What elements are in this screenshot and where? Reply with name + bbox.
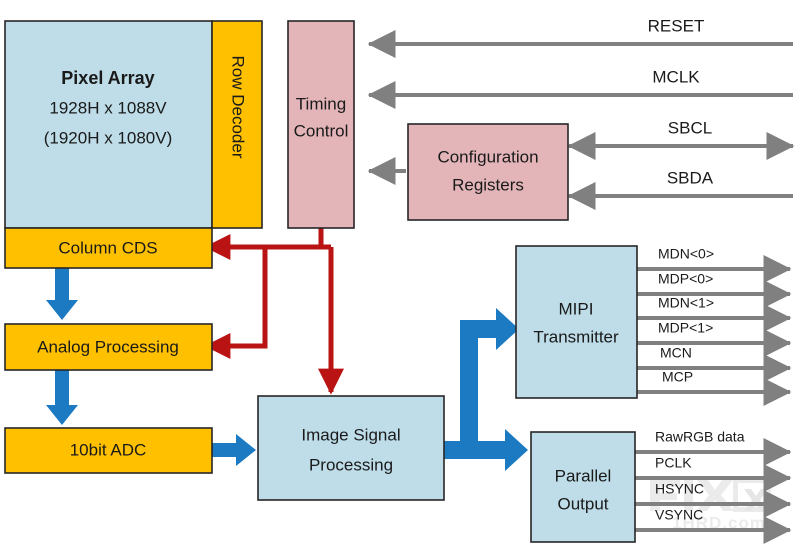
block-analog-processing[interactable]: Analog Processing: [4, 323, 213, 371]
block-adc[interactable]: 10bit ADC: [4, 427, 213, 474]
mipi-output-label-5: MCP: [662, 369, 693, 385]
column-cds-label: Column CDS: [58, 238, 157, 257]
cds-to-analog-arrow-shape: [46, 266, 78, 320]
configuration-registers-box[interactable]: [407, 123, 569, 221]
block-configuration-registers[interactable]: Configuration Registers: [407, 123, 569, 221]
block-image-signal-processing[interactable]: Image Signal Processing: [257, 395, 445, 501]
red-arrow-to-analog-processing: [204, 247, 268, 359]
parallel-output-box[interactable]: [530, 431, 636, 543]
signal-label-sbda: SBDA: [667, 168, 714, 187]
isp-label-line1: Image Signal: [301, 425, 400, 444]
parallel-output-label-1: PCLK: [655, 455, 692, 471]
adc-label: 10bit ADC: [70, 440, 147, 459]
blue-arrow-analog-to-adc: [46, 370, 78, 425]
row-decoder-label: Row Decoder: [229, 56, 248, 159]
isp-vertical-trunk: [460, 320, 478, 459]
pixel-array-title: Pixel Array: [61, 68, 154, 88]
block-timing-control[interactable]: Timing Control: [287, 20, 355, 229]
isp-box[interactable]: [257, 395, 445, 501]
blue-arrow-adc-to-isp: [210, 434, 256, 466]
block-pixel-array[interactable]: Pixel Array 1928H x 1088V (1920H x 1080V…: [4, 20, 213, 229]
mipi-output-label-4: MCN: [660, 345, 692, 361]
mipi-output-label-3: MDP<1>: [658, 320, 713, 336]
block-mipi-transmitter[interactable]: MIPI Transmitter: [515, 245, 638, 399]
parallel-output-label-0: RawRGB data: [655, 429, 745, 445]
isp-label-line2: Processing: [309, 455, 393, 474]
signal-label-mclk: MCLK: [652, 67, 700, 86]
block-parallel-output[interactable]: Parallel Output: [530, 431, 636, 543]
block-diagram-root: ​ 1HRD.com RESET MCLK SBCL: [0, 0, 796, 544]
parallel-output-label-3: VSYNC: [655, 507, 703, 523]
pixel-array-box[interactable]: [4, 20, 213, 229]
timing-control-label-line1: Timing: [296, 94, 346, 113]
analog-to-adc-arrow-shape: [46, 370, 78, 425]
parallel-output-label-line2: Output: [557, 494, 608, 513]
mipi-output-label-2: MDN<1>: [658, 295, 714, 311]
parallel-output-label-line1: Parallel: [555, 466, 612, 485]
signal-line-reset: RESET: [367, 16, 793, 58]
block-column-cds[interactable]: Column CDS: [4, 227, 213, 269]
diagram-canvas: ​ 1HRD.com RESET MCLK SBCL: [4, 16, 795, 544]
signal-line-sbcl: SBCL: [567, 118, 795, 160]
signal-label-reset: RESET: [648, 16, 705, 35]
mipi-output-label-0: MDN<0>: [658, 246, 714, 262]
parallel-output-label-2: HSYNC: [655, 481, 704, 497]
timing-control-label-line2: Control: [294, 121, 349, 140]
branch-to-parallel-arrow: [478, 429, 528, 471]
mipi-transmitter-label-line2: Transmitter: [533, 327, 619, 346]
blue-arrow-cds-to-analog: [46, 266, 78, 320]
block-row-decoder[interactable]: Row Decoder: [211, 20, 263, 229]
configuration-registers-label-line2: Registers: [452, 175, 524, 194]
adc-to-isp-arrow-shape: [210, 434, 256, 466]
mipi-transmitter-box[interactable]: [515, 245, 638, 399]
mipi-transmitter-label-line1: MIPI: [559, 299, 594, 318]
mipi-output-lines: MDN<0> MDP<0> MDN<1> MDP<1> MCN MCP: [637, 246, 792, 406]
pixel-array-resolution-active: (1920H x 1080V): [44, 128, 173, 147]
signal-line-mclk: MCLK: [367, 67, 793, 109]
mipi-output-label-1: MDP<0>: [658, 271, 713, 287]
timing-control-red-bus: [204, 228, 344, 395]
configuration-registers-label-line1: Configuration: [437, 147, 538, 166]
signal-line-sbda: SBDA: [567, 168, 793, 210]
pixel-array-resolution-main: 1928H x 1088V: [49, 98, 167, 117]
analog-processing-label: Analog Processing: [37, 337, 179, 356]
signal-label-sbcl: SBCL: [668, 118, 712, 137]
